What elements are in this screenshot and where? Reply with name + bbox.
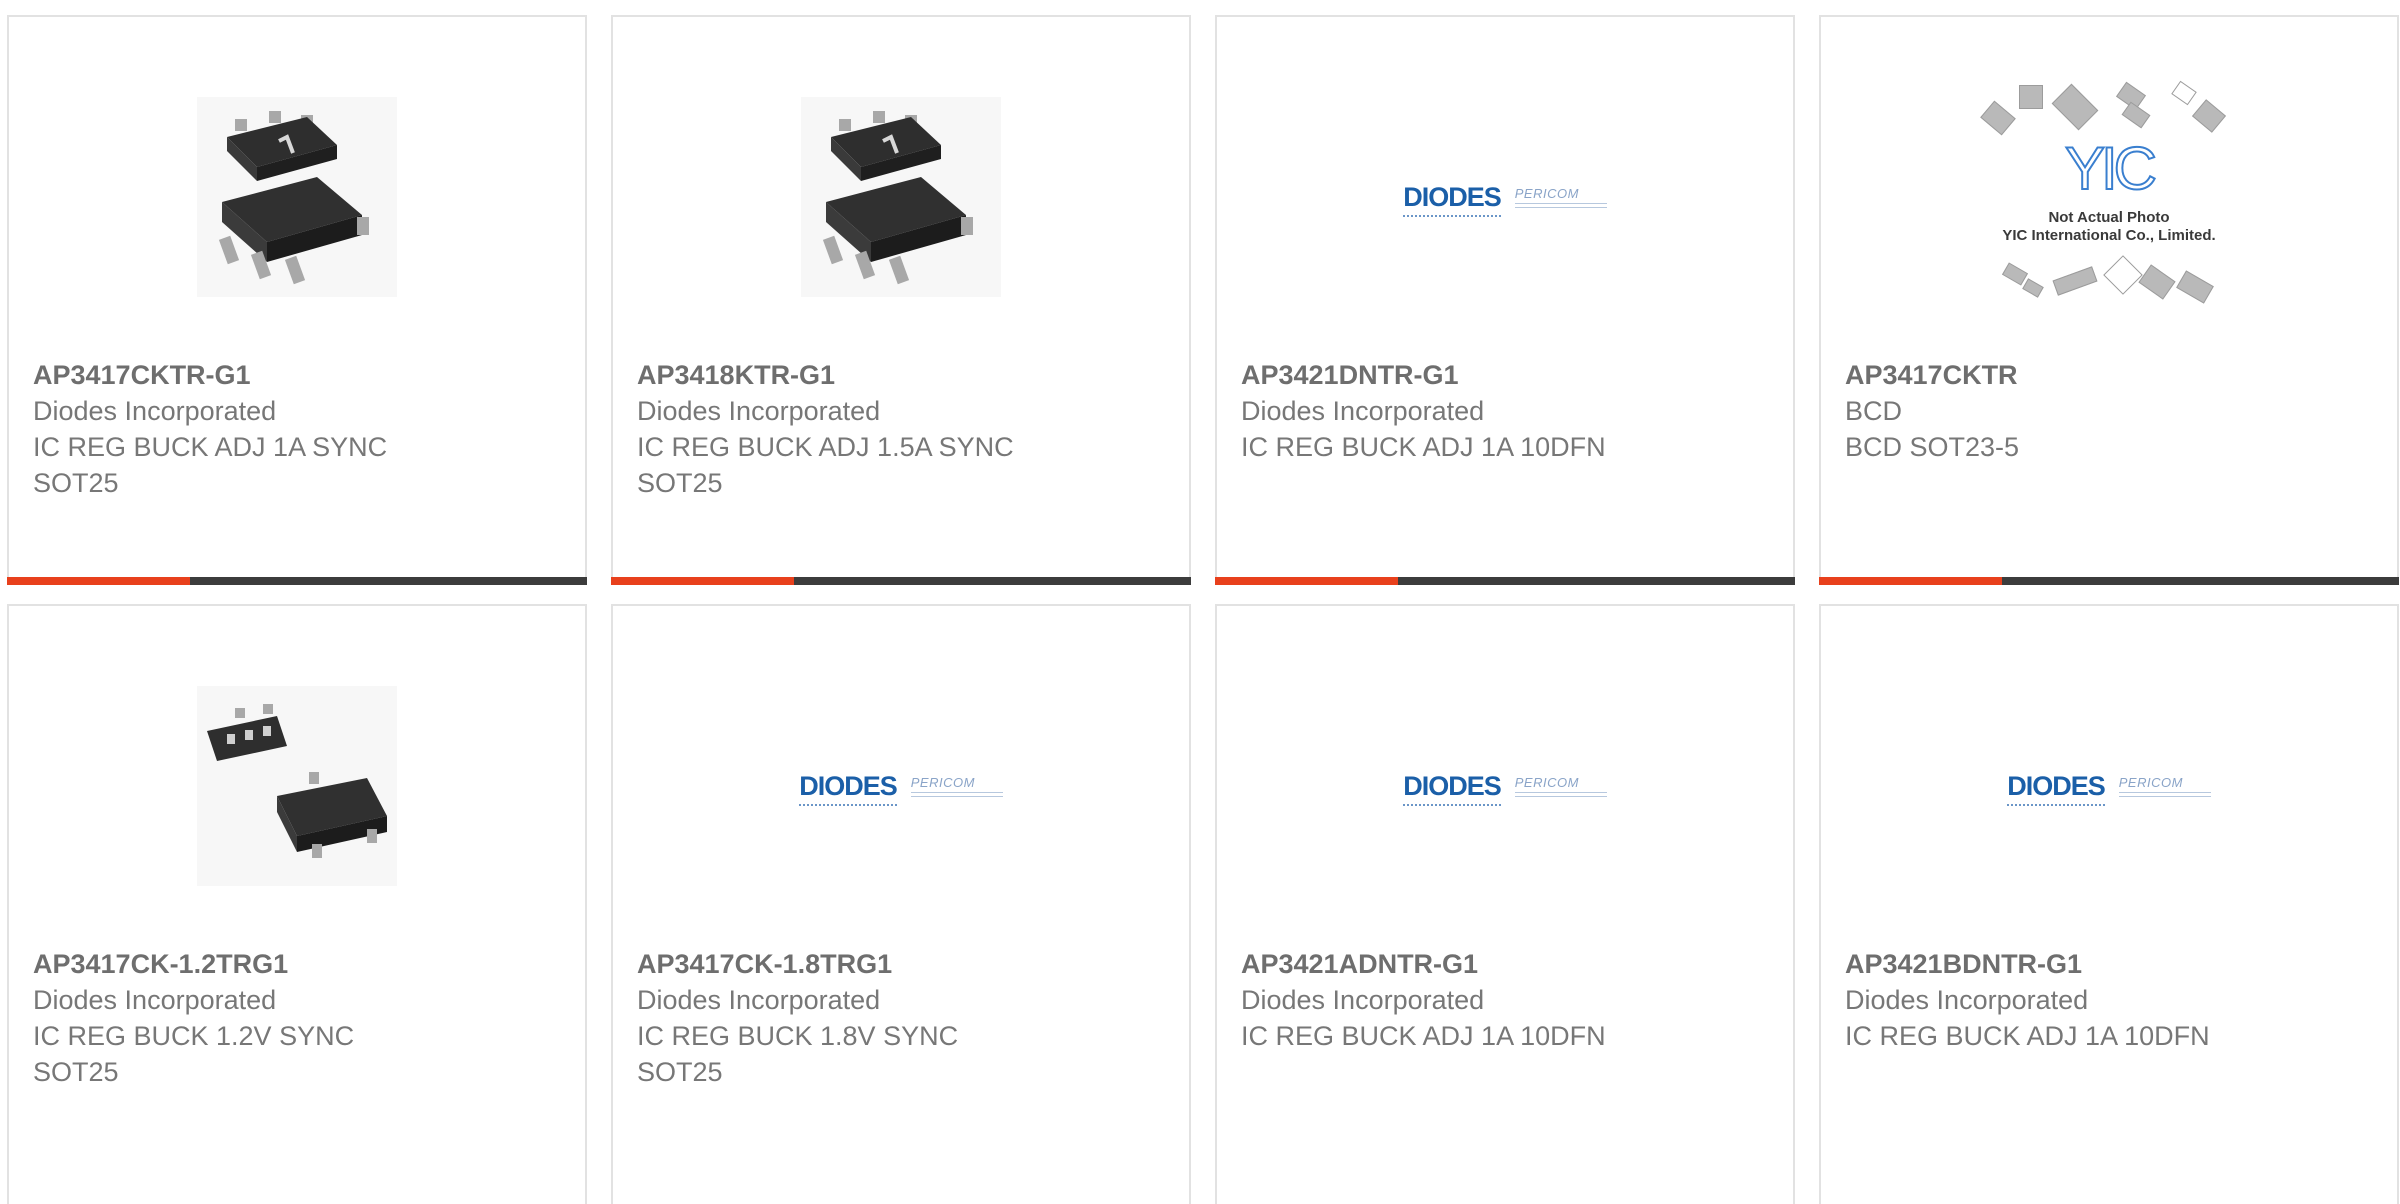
diodes-pericom-logo-icon: DIODES PERICOM xyxy=(2007,770,2211,806)
card-accent-bar xyxy=(7,577,190,585)
sot25-package-photo-icon xyxy=(197,686,397,886)
part-number[interactable]: AP3421BDNTR-G1 xyxy=(1845,946,2377,982)
product-card[interactable]: YIC Not Actual Photo YIC International C… xyxy=(1819,15,2399,585)
description: IC REG BUCK ADJ 1A 10DFN xyxy=(1845,1021,2210,1051)
card-accent-bar xyxy=(611,577,794,585)
product-card[interactable]: DIODES PERICOM AP3421ADNTR-G1 Diodes Inc… xyxy=(1215,604,1795,1204)
manufacturer: Diodes Incorporated xyxy=(33,985,277,1015)
pericom-logo-rule xyxy=(2118,791,2211,797)
manufacturer: Diodes Incorporated xyxy=(1241,985,1485,1015)
part-number[interactable]: AP3417CK-1.8TRG1 xyxy=(637,946,1169,982)
pericom-logo: PERICOM xyxy=(910,774,1003,797)
pericom-logo-text: PERICOM xyxy=(1514,185,1579,201)
card-bottom-bar xyxy=(1215,577,1795,585)
pericom-logo-rule xyxy=(1514,791,1607,797)
part-number[interactable]: AP3421ADNTR-G1 xyxy=(1241,946,1773,982)
product-card[interactable]: DIODES PERICOM AP3417CK-1.8TRG1 Diodes I… xyxy=(611,604,1191,1204)
manufacturer: Diodes Incorporated xyxy=(1845,985,2089,1015)
card-bottom-bar xyxy=(7,577,587,585)
placeholder-line-2: YIC International Co., Limited. xyxy=(2002,227,2216,244)
pericom-logo-rule xyxy=(910,791,1003,797)
description: IC REG BUCK 1.8V SYNC SOT25 xyxy=(637,1021,959,1087)
card-bottom-bar xyxy=(611,577,1191,585)
description: IC REG BUCK ADJ 1A SYNC SOT25 xyxy=(33,432,388,498)
product-card[interactable]: DIODES PERICOM AP3421BDNTR-G1 Diodes Inc… xyxy=(1819,604,2399,1204)
product-image[interactable] xyxy=(613,87,1189,307)
pericom-logo: PERICOM xyxy=(2118,774,2211,797)
pericom-logo-text: PERICOM xyxy=(1514,774,1579,790)
product-grid: AP3417CKTR-G1 Diodes Incorporated IC REG… xyxy=(0,0,2400,1204)
description: BCD SOT23-5 xyxy=(1845,432,2020,462)
diodes-logo-text: DIODES xyxy=(1403,181,1502,217)
product-image[interactable]: DIODES PERICOM xyxy=(1217,676,1793,896)
placeholder-caption: Not Actual Photo YIC International Co., … xyxy=(1974,209,2244,245)
part-number[interactable]: AP3417CK-1.2TRG1 xyxy=(33,946,565,982)
description: IC REG BUCK ADJ 1A 10DFN xyxy=(1241,432,1606,462)
product-info: AP3421BDNTR-G1 Diodes Incorporated IC RE… xyxy=(1845,946,2377,1054)
sot25-package-photo-icon xyxy=(197,97,397,297)
product-info: AP3418KTR-G1 Diodes Incorporated IC REG … xyxy=(637,357,1169,501)
pericom-logo-text: PERICOM xyxy=(910,774,975,790)
product-card[interactable]: AP3418KTR-G1 Diodes Incorporated IC REG … xyxy=(611,15,1191,585)
product-info: AP3417CK-1.8TRG1 Diodes Incorporated IC … xyxy=(637,946,1169,1090)
sot25-package-photo-icon xyxy=(801,97,1001,297)
part-number[interactable]: AP3417CKTR xyxy=(1845,357,2377,393)
diodes-pericom-logo-icon: DIODES PERICOM xyxy=(799,770,1003,806)
manufacturer: Diodes Incorporated xyxy=(637,985,881,1015)
part-number[interactable]: AP3418KTR-G1 xyxy=(637,357,1169,393)
product-image[interactable]: DIODES PERICOM xyxy=(1217,87,1793,307)
diodes-logo-text: DIODES xyxy=(1403,770,1502,806)
pericom-logo: PERICOM xyxy=(1514,774,1607,797)
diodes-pericom-logo-icon: DIODES PERICOM xyxy=(1403,770,1607,806)
not-actual-photo-placeholder-icon: YIC Not Actual Photo YIC International C… xyxy=(1974,77,2244,317)
card-bottom-bar xyxy=(1819,577,2399,585)
product-info: AP3417CKTR BCD BCD SOT23-5 xyxy=(1845,357,2377,465)
product-card[interactable]: AP3417CK-1.2TRG1 Diodes Incorporated IC … xyxy=(7,604,587,1204)
description: IC REG BUCK 1.2V SYNC SOT25 xyxy=(33,1021,355,1087)
pericom-logo-text: PERICOM xyxy=(2118,774,2183,790)
description: IC REG BUCK ADJ 1A 10DFN xyxy=(1241,1021,1606,1051)
part-number[interactable]: AP3421DNTR-G1 xyxy=(1241,357,1773,393)
product-info: AP3417CKTR-G1 Diodes Incorporated IC REG… xyxy=(33,357,565,501)
yic-logo-mark: YIC xyxy=(2064,135,2158,202)
product-card[interactable]: AP3417CKTR-G1 Diodes Incorporated IC REG… xyxy=(7,15,587,585)
product-image[interactable]: YIC Not Actual Photo YIC International C… xyxy=(1821,80,2397,307)
placeholder-line-1: Not Actual Photo xyxy=(2048,209,2170,226)
part-number[interactable]: AP3417CKTR-G1 xyxy=(33,357,565,393)
product-info: AP3421DNTR-G1 Diodes Incorporated IC REG… xyxy=(1241,357,1773,465)
product-image[interactable] xyxy=(9,87,585,307)
product-info: AP3421ADNTR-G1 Diodes Incorporated IC RE… xyxy=(1241,946,1773,1054)
product-image[interactable]: DIODES PERICOM xyxy=(1821,676,2397,896)
product-image[interactable]: DIODES PERICOM xyxy=(613,676,1189,896)
diodes-logo-text: DIODES xyxy=(799,770,898,806)
manufacturer: BCD xyxy=(1845,396,1903,426)
pericom-logo: PERICOM xyxy=(1514,185,1607,208)
product-card[interactable]: DIODES PERICOM AP3421DNTR-G1 Diodes Inco… xyxy=(1215,15,1795,585)
description: IC REG BUCK ADJ 1.5A SYNC SOT25 xyxy=(637,432,1014,498)
manufacturer: Diodes Incorporated xyxy=(33,396,277,426)
product-info: AP3417CK-1.2TRG1 Diodes Incorporated IC … xyxy=(33,946,565,1090)
card-accent-bar xyxy=(1215,577,1398,585)
manufacturer: Diodes Incorporated xyxy=(1241,396,1485,426)
diodes-logo-text: DIODES xyxy=(2007,770,2106,806)
manufacturer: Diodes Incorporated xyxy=(637,396,881,426)
product-image[interactable] xyxy=(9,676,585,896)
pericom-logo-rule xyxy=(1514,202,1607,208)
card-accent-bar xyxy=(1819,577,2002,585)
diodes-pericom-logo-icon: DIODES PERICOM xyxy=(1403,181,1607,217)
